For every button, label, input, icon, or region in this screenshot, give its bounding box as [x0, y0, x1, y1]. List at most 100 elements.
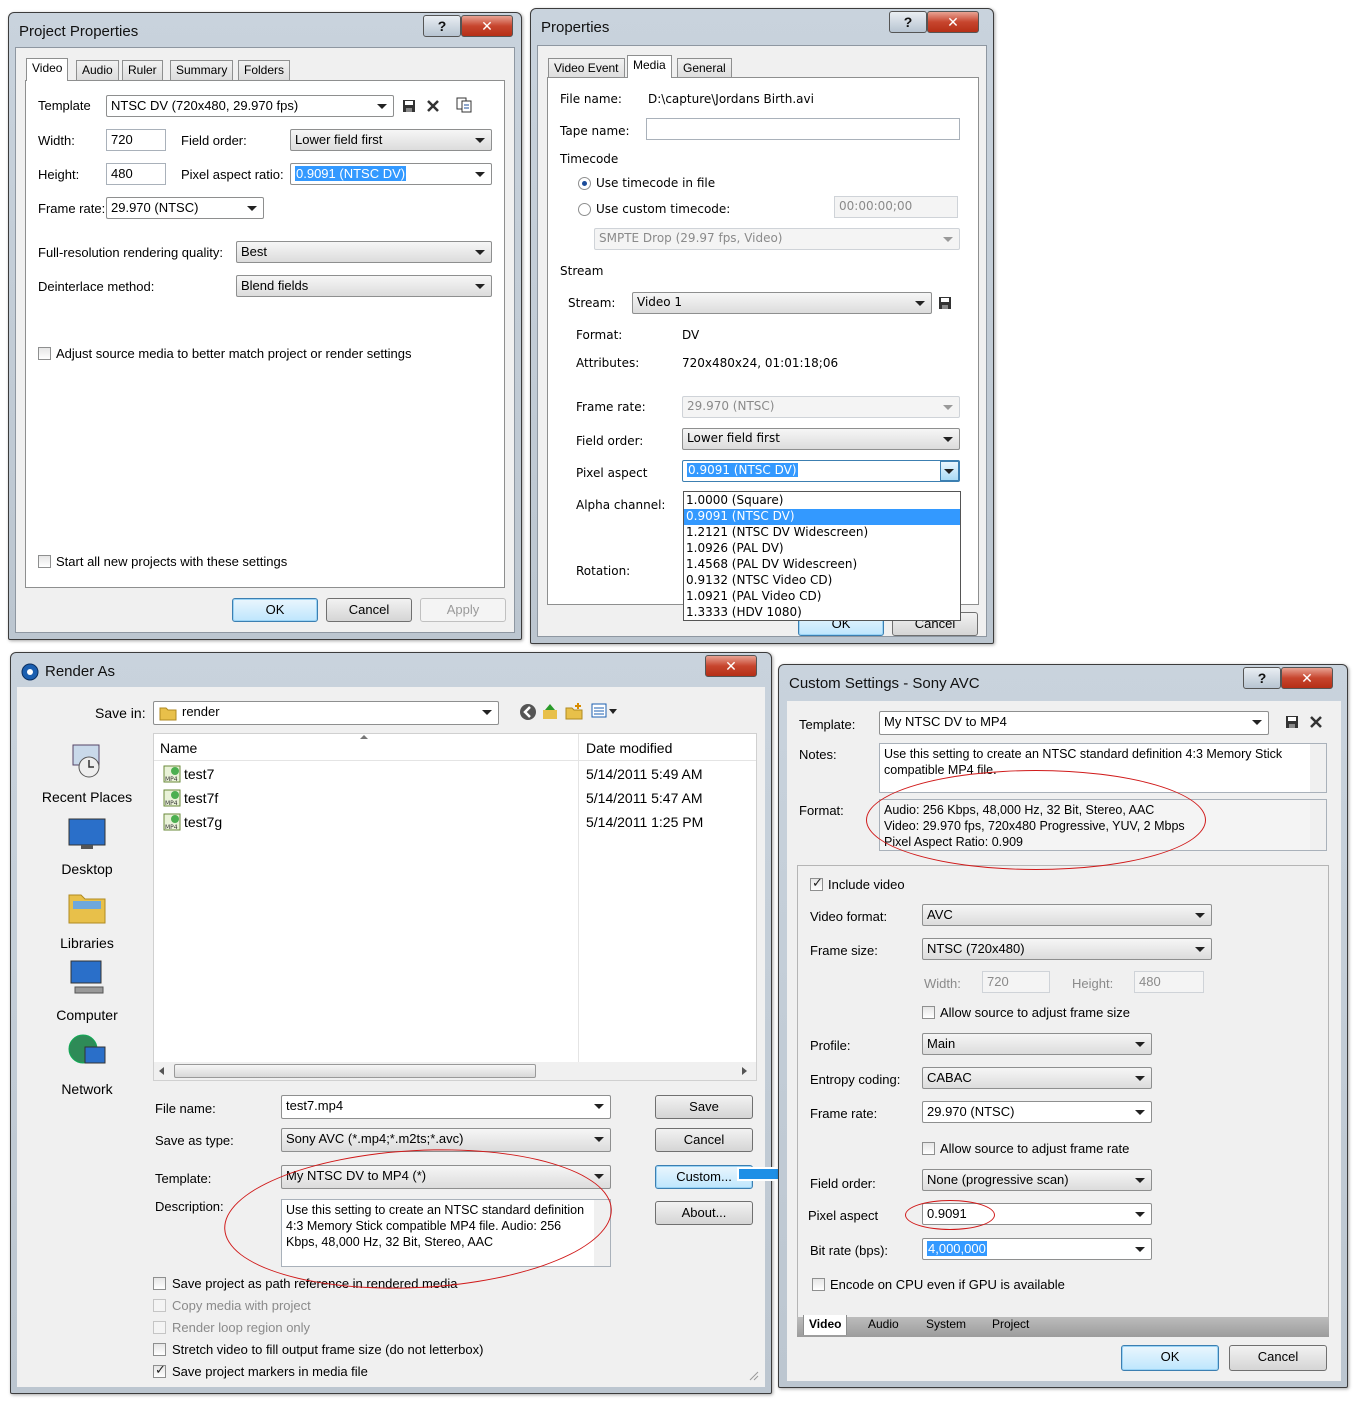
- frame-rate-combo[interactable]: 29.970 (NTSC): [922, 1101, 1152, 1123]
- place-desktop[interactable]: Desktop: [17, 861, 157, 877]
- file-name-cell[interactable]: test7: [184, 766, 214, 782]
- tab-general[interactable]: General: [677, 58, 732, 78]
- save-icon[interactable]: [938, 296, 952, 310]
- column-header-name[interactable]: Name: [160, 740, 197, 756]
- column-header-date[interactable]: Date modified: [586, 740, 672, 756]
- use-custom-timecode-radio[interactable]: [578, 203, 591, 216]
- new-folder-icon[interactable]: [565, 702, 583, 720]
- pixel-aspect-dropdown-button[interactable]: [940, 461, 959, 481]
- quality-combo[interactable]: Best: [236, 241, 492, 263]
- entropy-combo[interactable]: CABAC: [922, 1067, 1152, 1089]
- field-order-combo[interactable]: None (progressive scan): [922, 1169, 1152, 1191]
- height-field[interactable]: 480: [106, 163, 166, 185]
- computer-icon[interactable]: [67, 959, 107, 997]
- list-item[interactable]: 1.4568 (PAL DV Widescreen): [684, 557, 960, 573]
- width-field[interactable]: 720: [982, 971, 1050, 993]
- tab-audio[interactable]: Audio: [863, 1315, 904, 1335]
- pixel-aspect-combo[interactable]: 0.9091 (NTSC DV): [682, 460, 960, 482]
- place-recent-places[interactable]: Recent Places: [17, 789, 157, 805]
- scroll-right-arrow[interactable]: [742, 1067, 747, 1075]
- frame-size-combo[interactable]: NTSC (720x480): [922, 938, 1212, 960]
- stream-combo[interactable]: Video 1: [632, 292, 932, 314]
- close-button[interactable]: ✕: [1281, 667, 1333, 689]
- use-timecode-radio[interactable]: [578, 177, 591, 190]
- option-checkbox[interactable]: [153, 1362, 166, 1378]
- adjust-source-checkbox[interactable]: [38, 347, 51, 360]
- list-item[interactable]: 1.0926 (PAL DV): [684, 541, 960, 557]
- profile-combo[interactable]: Main: [922, 1033, 1152, 1055]
- tab-summary[interactable]: Summary: [170, 60, 234, 80]
- width-field[interactable]: 720: [106, 129, 166, 151]
- frame-rate-combo[interactable]: 29.970 (NTSC): [682, 396, 960, 418]
- close-button[interactable]: ✕: [705, 655, 757, 677]
- option-checkbox[interactable]: [153, 1343, 166, 1356]
- ok-button[interactable]: OK: [1121, 1345, 1219, 1371]
- format-scrollbar[interactable]: [1310, 800, 1326, 850]
- delete-icon[interactable]: [426, 99, 440, 113]
- close-button[interactable]: ✕: [461, 15, 513, 37]
- deinterlace-combo[interactable]: Blend fields: [236, 275, 492, 297]
- bit-rate-combo[interactable]: 4,000,000: [922, 1238, 1152, 1260]
- tape-name-field[interactable]: [646, 118, 960, 140]
- help-button[interactable]: ?: [423, 15, 461, 37]
- start-new-projects-checkbox[interactable]: [38, 555, 51, 568]
- field-order-combo[interactable]: Lower field first: [682, 428, 960, 450]
- list-item[interactable]: 1.0921 (PAL Video CD): [684, 589, 960, 605]
- allow-frame-size-checkbox[interactable]: [922, 1006, 935, 1019]
- file-name-cell[interactable]: test7g: [184, 814, 222, 830]
- list-item[interactable]: 1.2121 (NTSC DV Widescreen): [684, 525, 960, 541]
- save-icon[interactable]: [402, 99, 416, 113]
- video-format-combo[interactable]: AVC: [922, 904, 1212, 926]
- back-icon[interactable]: [519, 703, 537, 721]
- encode-cpu-checkbox[interactable]: [812, 1278, 825, 1291]
- ok-button[interactable]: OK: [232, 598, 318, 622]
- list-item[interactable]: 1.0000 (Square): [684, 493, 960, 509]
- list-item[interactable]: 0.9091 (NTSC DV): [684, 509, 960, 525]
- apply-button[interactable]: Apply: [420, 598, 506, 622]
- frame-rate-combo[interactable]: 29.970 (NTSC): [106, 197, 264, 219]
- place-computer[interactable]: Computer: [17, 1007, 157, 1023]
- help-button[interactable]: ?: [889, 11, 927, 33]
- file-name-cell[interactable]: test7f: [184, 790, 218, 806]
- resize-grip-icon[interactable]: [747, 1369, 759, 1381]
- tab-project[interactable]: Project: [987, 1315, 1034, 1335]
- libraries-icon[interactable]: [67, 887, 107, 925]
- horizontal-scrollbar[interactable]: [154, 1062, 756, 1080]
- tab-audio[interactable]: Audio: [76, 60, 119, 80]
- tab-folders[interactable]: Folders: [238, 60, 291, 80]
- desktop-icon[interactable]: [67, 817, 107, 851]
- up-folder-icon[interactable]: [541, 702, 559, 720]
- include-video-checkbox[interactable]: [810, 875, 823, 891]
- height-field[interactable]: 480: [1134, 971, 1204, 993]
- file-name-combo[interactable]: test7.mp4: [281, 1095, 611, 1119]
- cancel-button[interactable]: Cancel: [655, 1128, 753, 1152]
- allow-frame-rate-checkbox[interactable]: [922, 1142, 935, 1155]
- about-button[interactable]: About...: [655, 1201, 753, 1225]
- pixel-aspect-combo[interactable]: 0.9091 (NTSC DV): [290, 163, 492, 185]
- network-icon[interactable]: [67, 1031, 107, 1071]
- place-network[interactable]: Network: [17, 1081, 157, 1097]
- close-button[interactable]: ✕: [927, 11, 979, 33]
- template-combo[interactable]: My NTSC DV to MP4: [879, 711, 1269, 735]
- scroll-left-arrow[interactable]: [159, 1067, 164, 1075]
- copy-template-icon[interactable]: [456, 97, 472, 113]
- save-in-combo[interactable]: render: [153, 701, 499, 725]
- option-checkbox[interactable]: [153, 1277, 166, 1290]
- save-button[interactable]: Save: [655, 1095, 753, 1119]
- smpte-combo[interactable]: SMPTE Drop (29.97 fps, Video): [594, 228, 960, 250]
- view-menu-icon[interactable]: [591, 703, 619, 719]
- field-order-combo[interactable]: Lower field first: [290, 129, 492, 151]
- help-button[interactable]: ?: [1243, 667, 1281, 689]
- tab-video-event[interactable]: Video Event: [548, 58, 625, 78]
- list-item[interactable]: 1.3333 (HDV 1080): [684, 605, 960, 621]
- scroll-thumb[interactable]: [174, 1064, 536, 1078]
- tab-ruler[interactable]: Ruler: [122, 60, 163, 80]
- recent-places-icon[interactable]: [67, 741, 107, 781]
- list-item[interactable]: 0.9132 (NTSC Video CD): [684, 573, 960, 589]
- tab-system[interactable]: System: [921, 1315, 971, 1335]
- option-checkbox[interactable]: [153, 1321, 166, 1334]
- place-libraries[interactable]: Libraries: [17, 935, 157, 951]
- template-combo[interactable]: NTSC DV (720x480, 29.970 fps): [106, 95, 394, 117]
- notes-scrollbar[interactable]: [1310, 744, 1326, 792]
- tab-video[interactable]: Video: [26, 58, 69, 81]
